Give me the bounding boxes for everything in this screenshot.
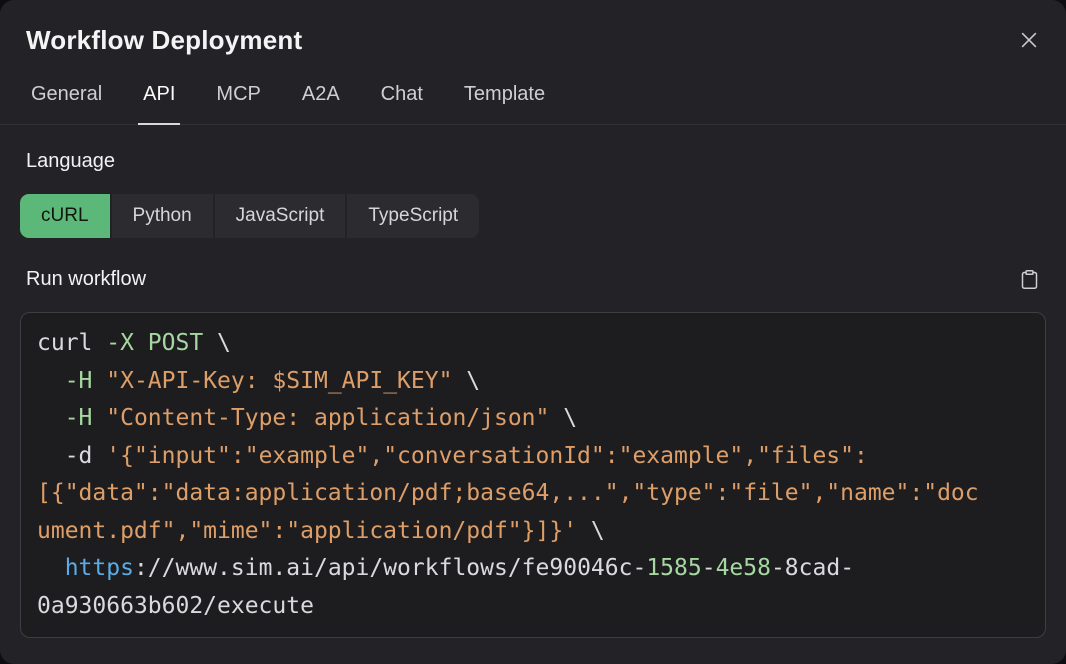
language-label: Language [26, 150, 1066, 173]
code-line: 0a930663b602/execute [37, 588, 1029, 626]
close-button[interactable] [1016, 27, 1042, 53]
language-option-typescript[interactable]: TypeScript [347, 194, 479, 238]
tab-bar-wrap: General API MCP A2A Chat Template [0, 83, 1066, 125]
code-line: -d '{"input":"example","conversationId":… [37, 438, 1029, 476]
language-option-python[interactable]: Python [112, 194, 213, 238]
code-block: curl -X POST \ -H "X-API-Key: $SIM_API_K… [20, 312, 1046, 638]
code-line: [{"data":"data:application/pdf;base64,..… [37, 475, 1029, 513]
code-line: -H "Content-Type: application/json" \ [37, 400, 1029, 438]
dialog-title: Workflow Deployment [26, 25, 1042, 56]
tab-api[interactable]: API [138, 83, 180, 125]
tab-general[interactable]: General [26, 83, 107, 125]
dialog-header: Workflow Deployment [0, 0, 1066, 56]
language-option-curl[interactable]: cURL [20, 194, 110, 238]
tab-a2a[interactable]: A2A [297, 83, 345, 125]
close-icon [1018, 29, 1040, 51]
workflow-deployment-dialog: Workflow Deployment General API MCP A2A Chat… [0, 0, 1066, 664]
copy-button[interactable] [1016, 266, 1042, 292]
code-line: -H "X-API-Key: $SIM_API_KEY" \ [37, 363, 1029, 401]
code-line: curl -X POST \ [37, 325, 1029, 363]
tab-template[interactable]: Template [459, 83, 550, 125]
run-workflow-label: Run workflow [26, 268, 146, 291]
code-line: https://www.sim.ai/api/workflows/fe90046… [37, 550, 1029, 588]
tab-bar: General API MCP A2A Chat Template [0, 83, 1066, 124]
clipboard-icon [1019, 268, 1040, 291]
tab-chat[interactable]: Chat [376, 83, 428, 125]
language-option-javascript[interactable]: JavaScript [215, 194, 346, 238]
language-selector: cURLPythonJavaScriptTypeScript [20, 194, 1066, 238]
tab-mcp[interactable]: MCP [211, 83, 265, 125]
run-workflow-row: Run workflow [26, 266, 1042, 292]
code-line: ument.pdf","mime":"application/pdf"}]}' … [37, 513, 1029, 551]
